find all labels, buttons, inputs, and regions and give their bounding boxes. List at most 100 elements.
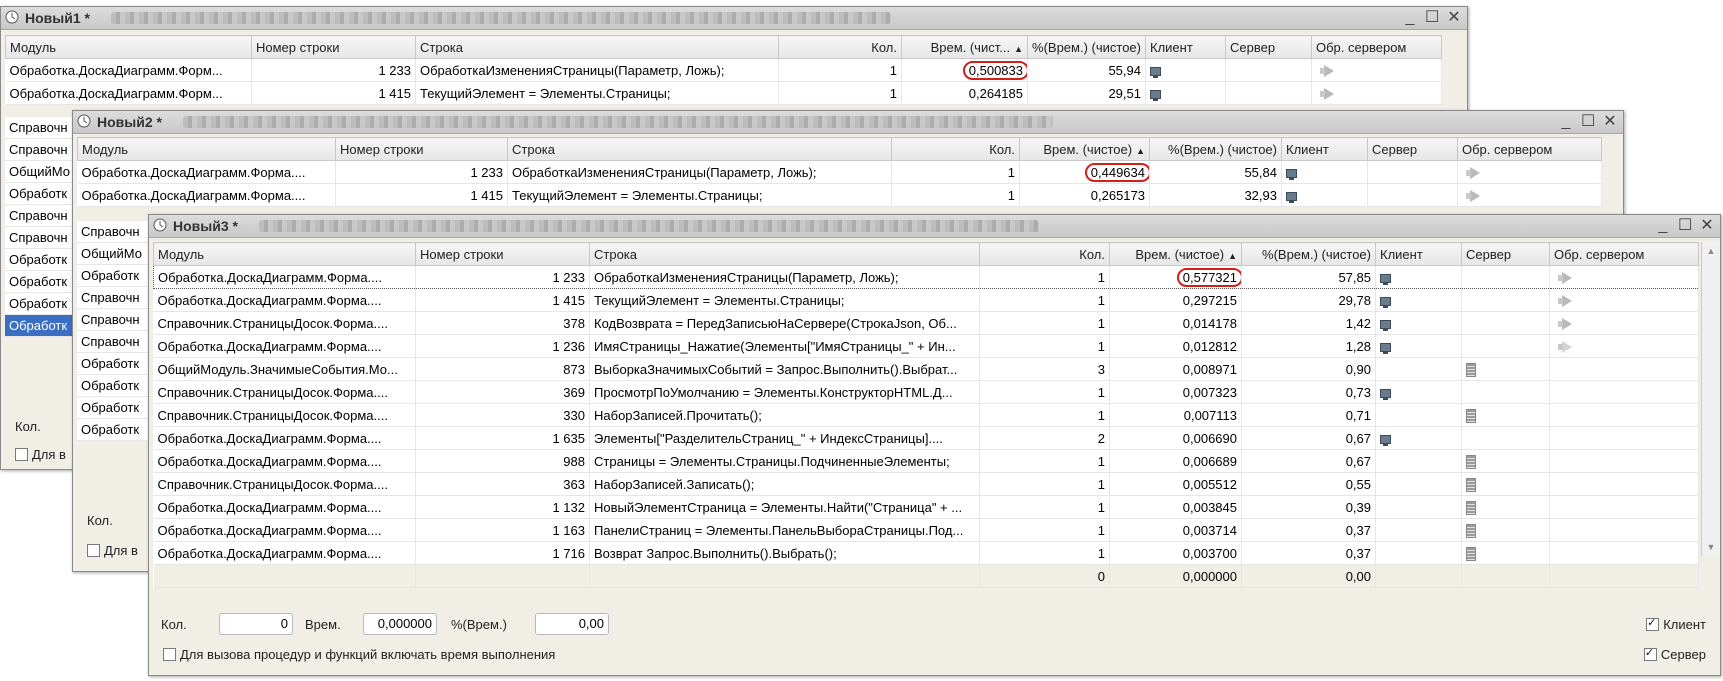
table-row[interactable]: Справочник.СтраницыДосок.Форма.... 378 Код… [153, 311, 1699, 335]
list-item[interactable]: Справочн [77, 309, 149, 331]
minimize-icon[interactable]: _ [1403, 9, 1417, 27]
count-header[interactable]: Кол. [979, 242, 1110, 266]
profiling-table: Модуль Номер строки Строка Кол. Врем. (чисто… [77, 137, 1602, 207]
cell-srv-proc [1549, 403, 1699, 427]
titlebar[interactable]: Новый3 * _ ☐ ✕ [149, 215, 1720, 238]
module-header[interactable]: Модуль [153, 242, 416, 266]
table-row[interactable]: Обработка.ДоскаДиаграмм.Форма.... 1 233 Об… [77, 160, 1602, 184]
code-value: ТекущийЭлемент = Элементы.Страницы; [512, 187, 763, 203]
table-row[interactable]: Обработка.ДоскаДиаграмм.Форма.... 1 132 Но… [153, 495, 1699, 519]
table-row[interactable]: Обработка.ДоскаДиаграмм.Форма.... 988 Стра… [153, 449, 1699, 473]
time-value: 0,008971 [1182, 361, 1237, 377]
list-item[interactable]: Обработк [77, 265, 149, 287]
minimize-icon[interactable]: _ [1559, 113, 1573, 131]
include-time-checkbox[interactable]: Для в [87, 543, 138, 558]
list-item[interactable]: Обработк [5, 183, 75, 205]
table-row[interactable]: ОбщийМодуль.ЗначимыеСобытия.Мо... 873 Выбо… [153, 357, 1699, 381]
pct-header[interactable]: %(Врем.) (чистое) [1027, 35, 1146, 59]
time-header[interactable]: Врем. (чист... ▲ [901, 35, 1028, 59]
scroll-down-icon[interactable]: ▼ [1702, 538, 1720, 556]
line-header[interactable]: Номер строки [335, 137, 508, 161]
cell-line: 330 [415, 403, 590, 427]
list-item[interactable]: Справочн [77, 287, 149, 309]
close-icon[interactable]: ✕ [1603, 113, 1617, 131]
table-row[interactable]: Обработка.ДоскаДиаграмм.Форма.... 1 163 Па… [153, 518, 1699, 542]
time-header[interactable]: Врем. (чистое) ▲ [1019, 137, 1150, 161]
count-field[interactable]: 0 [219, 613, 293, 635]
list-item[interactable]: Обработк [5, 315, 75, 337]
list-item[interactable]: Справочн [77, 331, 149, 353]
total-count: 0 [979, 564, 1110, 588]
maximize-icon[interactable]: ☐ [1425, 9, 1439, 27]
table-row[interactable]: Обработка.ДоскаДиаграмм.Форм... 1 233 Обра… [5, 58, 1442, 82]
client-checkbox[interactable]: Клиент [1646, 616, 1706, 632]
pct-header[interactable]: %(Врем.) (чистое) [1241, 242, 1376, 266]
minimize-icon[interactable]: _ [1656, 217, 1670, 235]
time-header[interactable]: Врем. (чистое) ▲ [1109, 242, 1242, 266]
list-item[interactable]: Справочн [77, 221, 149, 243]
list-item[interactable]: Обработк [5, 249, 75, 271]
client-header[interactable]: Клиент [1281, 137, 1368, 161]
line-header[interactable]: Номер строки [415, 242, 590, 266]
client-header[interactable]: Клиент [1375, 242, 1462, 266]
maximize-icon[interactable]: ☐ [1581, 113, 1595, 131]
list-item[interactable]: ОбщийМо [5, 161, 75, 183]
titlebar[interactable]: Новый1 * _ ☐ ✕ [1, 7, 1467, 30]
close-icon[interactable]: ✕ [1700, 217, 1714, 235]
include-time-checkbox[interactable]: Для в [15, 447, 66, 462]
list-item[interactable]: ОбщийМо [77, 243, 149, 265]
maximize-icon[interactable]: ☐ [1678, 217, 1692, 235]
server-header[interactable]: Сервер [1461, 242, 1550, 266]
line-value: 988 [563, 453, 585, 469]
pct-field[interactable]: 0,00 [535, 613, 609, 635]
client-icon [1380, 296, 1391, 308]
list-item[interactable]: Обработк [77, 353, 149, 375]
include-time-checkbox[interactable]: Для вызова процедур и функций включать в… [163, 647, 555, 662]
code-header[interactable]: Строка [589, 242, 980, 266]
server-checkbox[interactable]: Сервер [1643, 646, 1706, 662]
code-header[interactable]: Строка [415, 35, 779, 59]
cell-pct: 55,94 [1027, 58, 1146, 82]
table-row[interactable]: Обработка.ДоскаДиаграмм.Форма.... 1 233 Об… [153, 265, 1699, 289]
table-row[interactable]: Обработка.ДоскаДиаграмм.Форма.... 1 635 Эл… [153, 426, 1699, 450]
table-row[interactable]: Справочник.СтраницыДосок.Форма.... 330 Наб… [153, 403, 1699, 427]
table-row[interactable]: Обработка.ДоскаДиаграмм.Форм... 1 415 Теку… [5, 81, 1442, 105]
server-header[interactable]: Сервер [1225, 35, 1312, 59]
list-item[interactable]: Обработк [5, 271, 75, 293]
count-header[interactable]: Кол. [778, 35, 902, 59]
cell-server [1225, 58, 1312, 82]
server-header[interactable]: Сервер [1367, 137, 1458, 161]
list-item[interactable]: Справочн [5, 205, 75, 227]
table-row[interactable]: Обработка.ДоскаДиаграмм.Форма.... 1 236 Им… [153, 334, 1699, 358]
module-header[interactable]: Модуль [77, 137, 336, 161]
list-item[interactable]: Обработк [77, 419, 149, 441]
module-header[interactable]: Модуль [5, 35, 252, 59]
table-row[interactable]: Справочник.СтраницыДосок.Форма.... 369 Про… [153, 380, 1699, 404]
client-header[interactable]: Клиент [1145, 35, 1226, 59]
srv-proc-header[interactable]: Обр. сервером [1457, 137, 1602, 161]
table-row[interactable]: Обработка.ДоскаДиаграмм.Форма.... 1 415 Те… [153, 288, 1699, 312]
srv-proc-header[interactable]: Обр. сервером [1549, 242, 1699, 266]
time-field[interactable]: 0,000000 [363, 613, 437, 635]
code-header[interactable]: Строка [507, 137, 892, 161]
list-item[interactable]: Справочн [5, 227, 75, 249]
list-item[interactable]: Обработк [5, 293, 75, 315]
table-row[interactable]: Обработка.ДоскаДиаграмм.Форма.... 1 716 Во… [153, 541, 1699, 565]
highlighted-time-value: 0,500833 [962, 60, 1027, 80]
count-header[interactable]: Кол. [891, 137, 1020, 161]
list-item[interactable]: Обработк [77, 375, 149, 397]
line-header[interactable]: Номер строки [251, 35, 416, 59]
table-row[interactable]: Обработка.ДоскаДиаграмм.Форма.... 1 415 Те… [77, 183, 1602, 207]
vertical-scrollbar[interactable]: ▲ ▼ [1701, 242, 1720, 556]
pct-header[interactable]: %(Врем.) (чистое) [1149, 137, 1282, 161]
list-item[interactable]: Справочн [5, 139, 75, 161]
scroll-up-icon[interactable]: ▲ [1702, 242, 1720, 260]
time-value: 0,006690 [1182, 430, 1237, 446]
table-row[interactable]: Справочник.СтраницыДосок.Форма.... 363 Наб… [153, 472, 1699, 496]
list-item[interactable]: Справочн [5, 117, 75, 139]
list-item[interactable]: Обработк [77, 397, 149, 419]
line-value: 369 [563, 384, 585, 400]
close-icon[interactable]: ✕ [1447, 9, 1461, 27]
titlebar[interactable]: Новый2 * _ ☐ ✕ [73, 111, 1623, 134]
srv-proc-header[interactable]: Обр. сервером [1311, 35, 1442, 59]
